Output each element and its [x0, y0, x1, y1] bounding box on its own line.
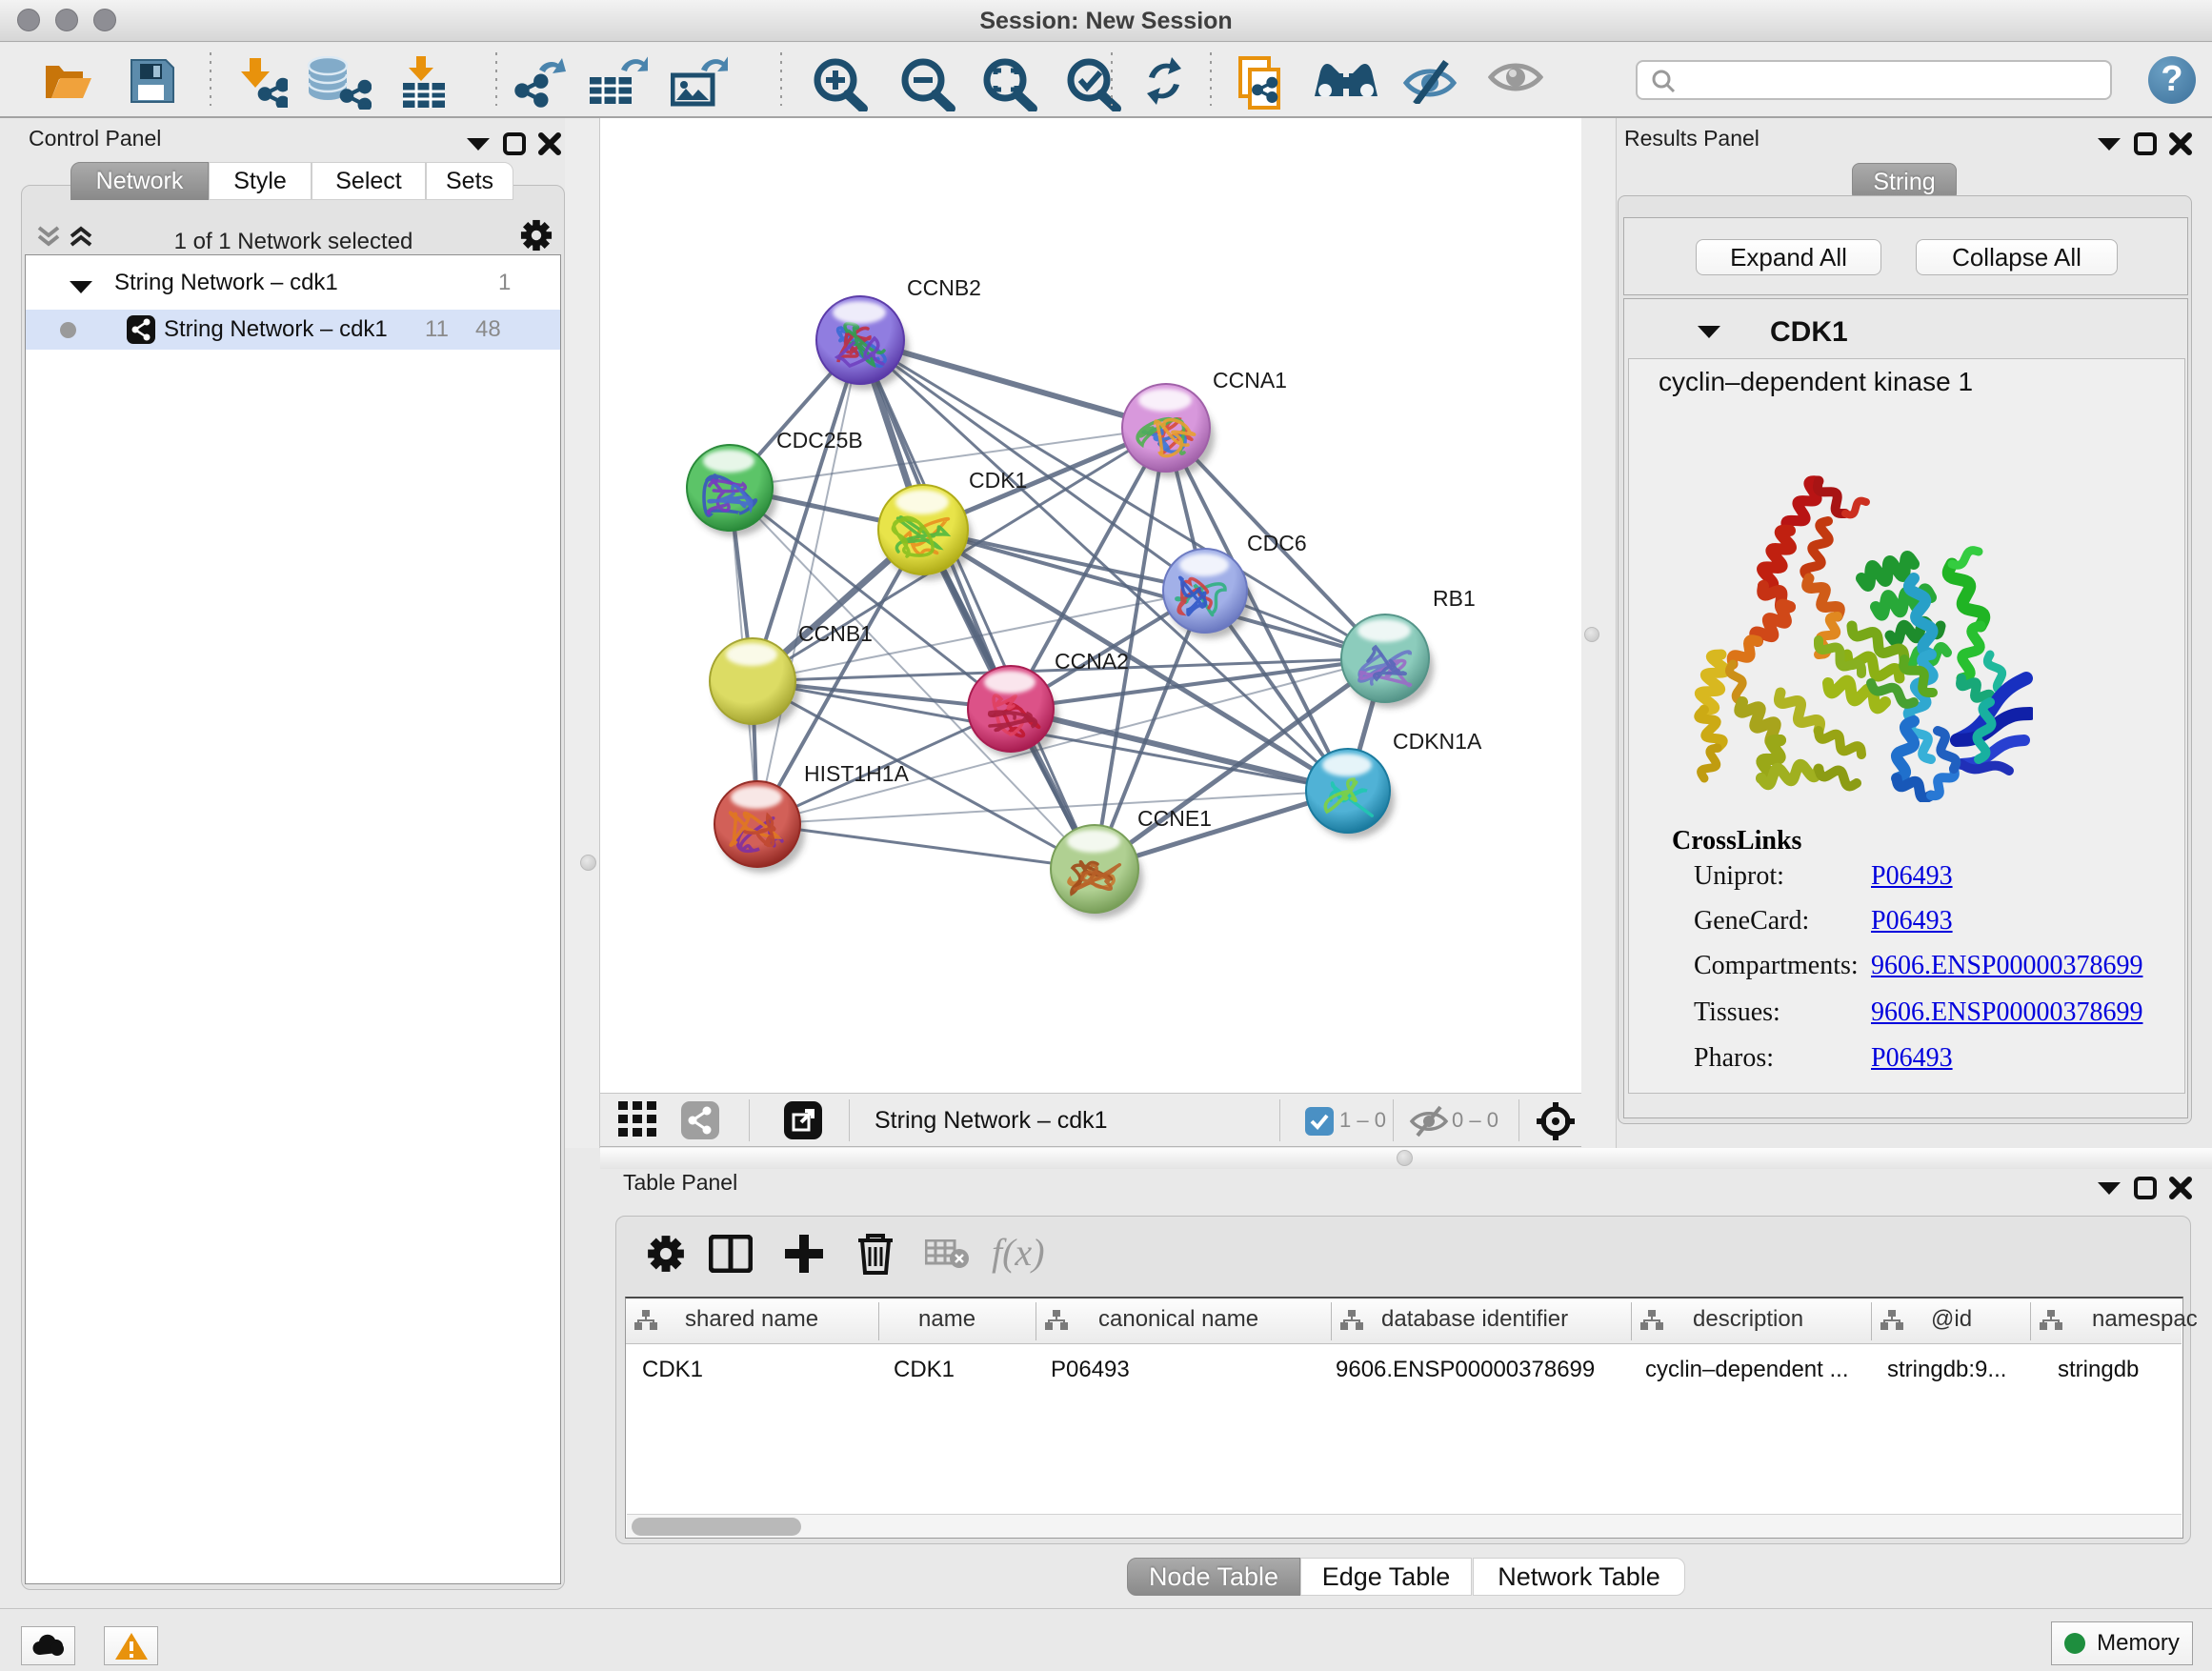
svg-text:CDK1: CDK1 [969, 468, 1027, 493]
svg-text:RB1: RB1 [1433, 586, 1476, 611]
svg-text:CDC25B: CDC25B [776, 428, 863, 453]
svg-text:CCNA2: CCNA2 [1055, 649, 1129, 674]
svg-text:CCNA1: CCNA1 [1213, 368, 1287, 393]
svg-text:CDC6: CDC6 [1247, 531, 1307, 555]
svg-text:HIST1H1A: HIST1H1A [804, 761, 910, 786]
svg-text:CDKN1A: CDKN1A [1393, 729, 1482, 754]
svg-text:CCNB2: CCNB2 [907, 275, 981, 300]
svg-text:CCNE1: CCNE1 [1137, 806, 1212, 831]
svg-text:CCNB1: CCNB1 [798, 621, 873, 646]
